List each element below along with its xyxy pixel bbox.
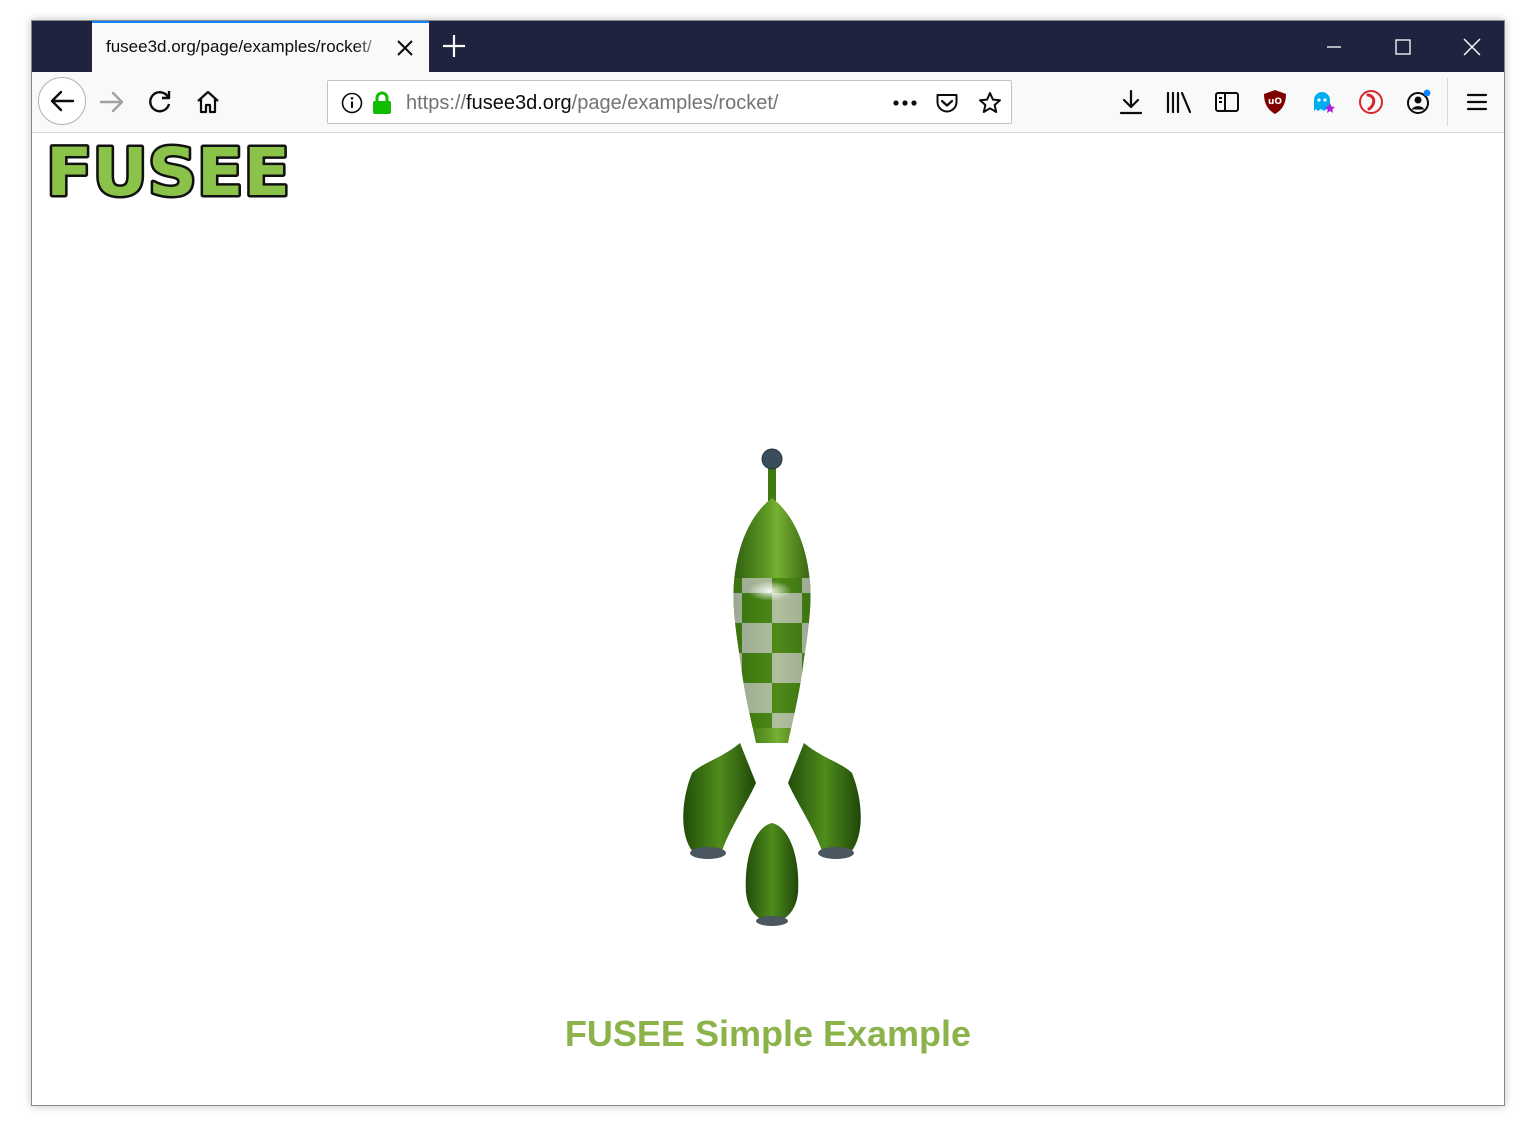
close-window-button[interactable] [1437,21,1504,72]
bookmark-star-icon[interactable] [976,89,1004,117]
rocket-3d-canvas[interactable] [652,443,892,943]
lock-icon[interactable] [368,89,396,117]
menu-icon [1466,93,1488,111]
tab-title: fusee3d.org/page/examples/rocket/ [106,37,372,56]
address-bar[interactable]: https://fusee3d.org/page/examples/rocket… [327,80,1012,124]
url-path: /page/examples/rocket/ [571,92,779,114]
tab-close-icon[interactable] [395,38,415,58]
maximize-icon [1394,38,1411,55]
ublock-icon: uO [1264,90,1286,114]
back-button[interactable] [38,77,86,125]
navigation-toolbar: https://fusee3d.org/page/examples/rocket… [32,72,1504,133]
info-icon[interactable] [338,89,366,117]
sidebar-button[interactable] [1208,83,1246,121]
url-text[interactable]: https://fusee3d.org/page/examples/rocket… [406,92,778,115]
antenna-ball [761,448,783,470]
close-icon [1463,38,1480,55]
ghostery-icon [1314,92,1335,113]
left-fin-base [690,847,726,859]
page-caption: FUSEE Simple Example [564,1013,972,1054]
menu-button[interactable] [1458,83,1496,121]
forward-button[interactable] [93,83,131,121]
library-button[interactable] [1160,83,1198,121]
active-tab[interactable]: fusee3d.org/page/examples/rocket/ [92,21,429,72]
front-fin-base [756,916,788,926]
fusee-logo[interactable]: FUSEE [40,139,296,205]
library-icon [1166,91,1192,114]
ghostery-button[interactable] [1304,83,1342,121]
reload-button[interactable] [141,83,179,121]
extension-icon [1359,90,1383,114]
ublock-button[interactable]: uO [1256,83,1294,121]
reload-icon [149,91,171,113]
sidebar-icon [1215,92,1239,112]
svg-text:uO: uO [1268,97,1282,107]
front-fin [745,823,799,923]
minimize-icon [1326,45,1341,48]
url-scheme: https:// [406,92,467,114]
account-button[interactable] [1400,83,1438,121]
toolbar-separator [1447,78,1448,126]
browser-window: fusee3d.org/page/examples/rocket/ https:… [31,20,1505,1106]
page-actions-icon[interactable] [891,89,919,117]
back-icon [50,90,75,112]
new-tab-icon[interactable] [441,33,467,59]
account-icon [1407,89,1431,114]
minimize-button[interactable] [1299,21,1368,72]
right-fin-base [818,847,854,859]
right-fin [788,743,861,853]
rocket-body [733,498,811,743]
title-bar: fusee3d.org/page/examples/rocket/ [32,21,1504,72]
forward-icon [99,91,124,113]
home-button[interactable] [189,83,227,121]
maximize-button[interactable] [1368,21,1437,72]
page-content: FUSEE FUSEE Simple Example [32,133,1504,1105]
downloads-icon [1119,89,1143,115]
logo-text: FUSEE [46,139,290,205]
downloads-button[interactable] [1112,83,1150,121]
extension-button[interactable] [1352,83,1390,121]
home-icon [197,90,219,114]
pocket-icon[interactable] [933,89,961,117]
url-host: fusee3d.org [466,92,572,114]
left-fin [683,743,756,853]
